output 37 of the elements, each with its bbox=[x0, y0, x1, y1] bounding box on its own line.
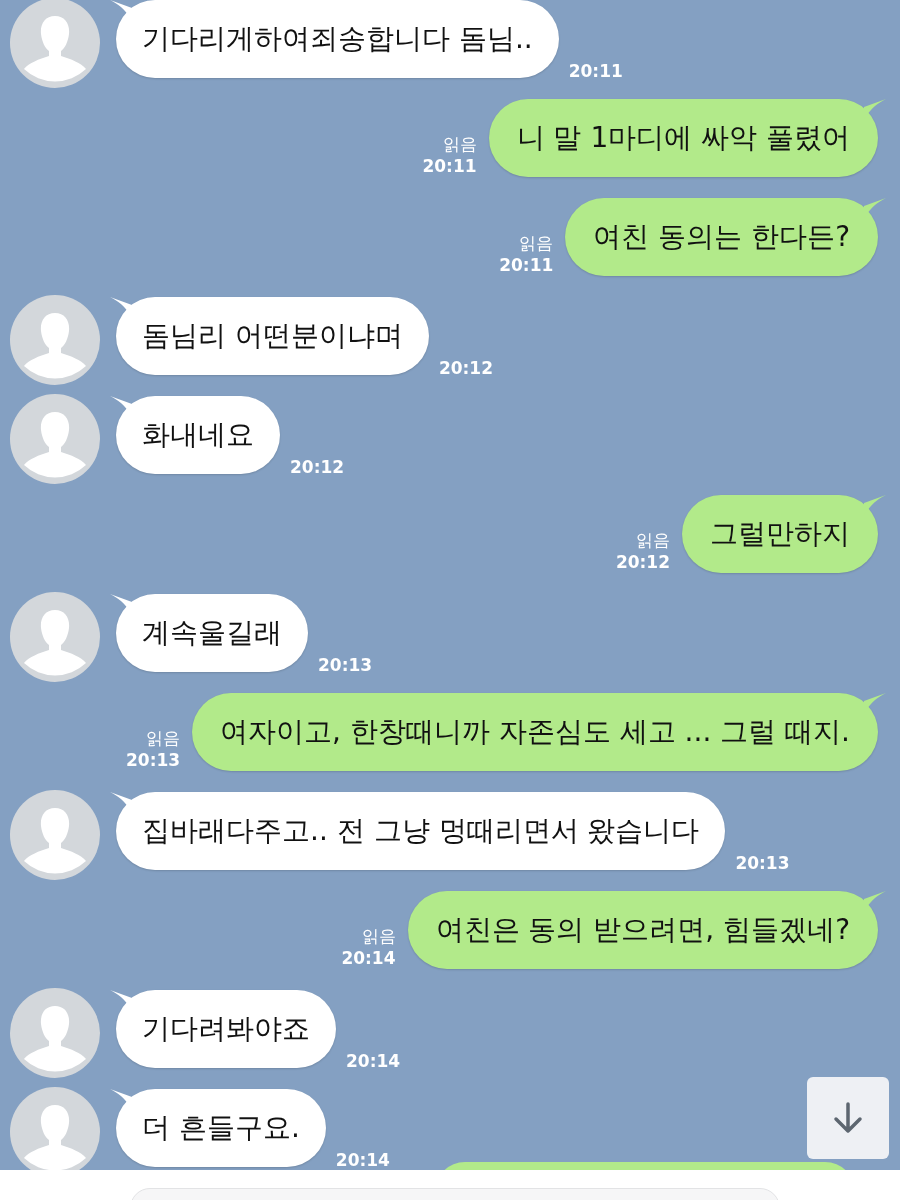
message-time: 20:13 bbox=[318, 654, 373, 675]
message-time: 20:11 bbox=[499, 254, 554, 276]
message-time: 20:11 bbox=[422, 155, 477, 177]
avatar-icon[interactable] bbox=[10, 988, 100, 1078]
message-time: 20:14 bbox=[346, 1050, 401, 1071]
message-bubble: 여자이고, 한창때니까 자존심도 세고 ... 그럴 때지. bbox=[192, 693, 878, 771]
message-bubble: 돔님리 어떤분이냐며 bbox=[116, 297, 429, 375]
read-receipt: 읽음 bbox=[636, 529, 670, 551]
message-bubble: 여친은 동의 받으려면, 힘들겠네? bbox=[407, 891, 878, 969]
message-time: 20:12 bbox=[615, 551, 670, 573]
message-bubble: 화내네요 bbox=[116, 396, 280, 474]
message-bubble: 기다리게하여죄송합니다 돔님.. bbox=[116, 0, 559, 78]
message-bubble: 계속울길래 bbox=[116, 594, 308, 672]
avatar-icon[interactable] bbox=[10, 0, 100, 88]
message-bubble: 그럴만하지 bbox=[682, 495, 878, 573]
message-time: 20:11 bbox=[568, 60, 623, 81]
avatar-icon[interactable] bbox=[10, 1087, 100, 1170]
message-time: 20:13 bbox=[735, 852, 790, 873]
message-bubble: 기다려봐야죠 bbox=[116, 990, 336, 1068]
message-bubble: 집바래다주고.. 전 그냥 멍때리면서 왔습니다 bbox=[116, 792, 726, 870]
read-receipt: 읽음 bbox=[442, 133, 477, 155]
avatar-icon[interactable] bbox=[10, 394, 100, 484]
message-bubble: 더 흔들구요. bbox=[116, 1089, 326, 1167]
message-time: 20:14 bbox=[335, 1149, 390, 1170]
avatar-icon[interactable] bbox=[10, 790, 100, 880]
message-bubble: 여친 동의는 한다든? bbox=[565, 198, 878, 276]
read-receipt: 읽음 bbox=[146, 727, 181, 749]
avatar-icon[interactable] bbox=[10, 592, 100, 682]
message-time: 20:12 bbox=[438, 357, 494, 378]
read-receipt: 읽음 bbox=[519, 232, 554, 254]
read-receipt: 읽음 bbox=[361, 925, 396, 947]
message-time: 20:14 bbox=[341, 947, 396, 969]
scroll-down-button[interactable] bbox=[807, 1077, 889, 1159]
message-time: 20:13 bbox=[125, 749, 181, 771]
message-time: 20:12 bbox=[290, 456, 345, 477]
message-bubble: 니 말 1마디에 싸악 풀렸어 bbox=[488, 99, 878, 177]
avatar-icon[interactable] bbox=[10, 295, 100, 385]
